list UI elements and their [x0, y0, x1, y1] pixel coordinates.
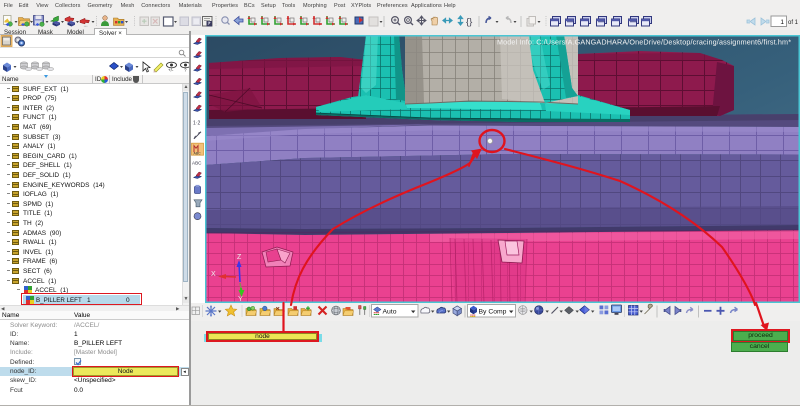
svg-text:Z: Z — [237, 254, 242, 261]
svg-text:?: ? — [184, 68, 187, 73]
svg-text:Model Info: C:/Users/A.GANGADH: Model Info: C:/Users/A.GANGADHARA/OneDri… — [497, 38, 791, 47]
svg-text:{}: {} — [466, 17, 472, 28]
svg-text:ABC: ABC — [192, 161, 202, 166]
svg-text:+/-: +/- — [168, 68, 174, 73]
svg-text:1·2: 1·2 — [193, 120, 200, 126]
svg-text:ABC: ABC — [194, 152, 202, 156]
svg-text:Auto: Auto — [383, 309, 397, 316]
svg-text:By Comp: By Comp — [479, 309, 507, 316]
svg-text:1: 1 — [780, 19, 784, 26]
svg-text:X: X — [211, 271, 216, 278]
svg-text:of 1: of 1 — [788, 20, 799, 26]
